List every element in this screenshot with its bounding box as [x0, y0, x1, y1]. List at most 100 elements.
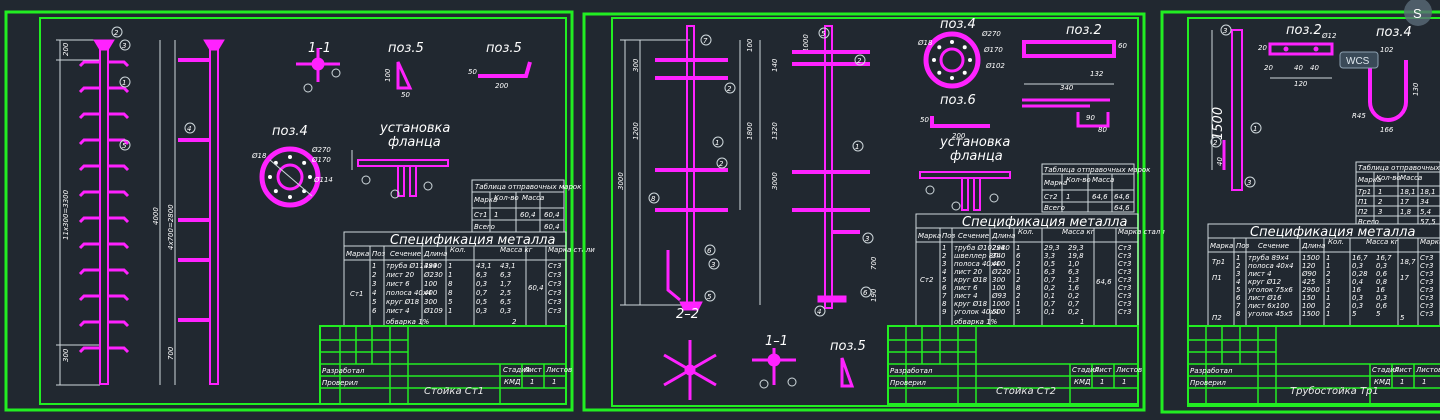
spec-cell: Ст3 — [1118, 244, 1131, 252]
spec3-group-mark: П2 — [1212, 314, 1222, 322]
spec-cell: 0,1 — [1044, 292, 1055, 300]
dim2-d270: Ø270 — [981, 30, 1001, 38]
sheet3-poz2-label: поз.2 — [1286, 23, 1322, 38]
mini2-r1-c4: 64,6 — [1114, 204, 1130, 212]
spec-cell: 7 — [1236, 302, 1241, 310]
stamp2-sheets: 1 — [1122, 378, 1126, 386]
spec-cell: 0,3 — [1352, 262, 1363, 270]
spec-cell: 340 — [992, 252, 1006, 260]
stamp2-sheet-label: Лист — [1093, 366, 1113, 374]
spec-cell: 1 — [1016, 300, 1020, 308]
sheet2-channel-section: 90 80 — [1022, 98, 1110, 134]
spec-cell: Ст3 — [1118, 252, 1131, 260]
section2-1-1-label: 1–1 — [765, 334, 788, 349]
wcs-indicator[interactable]: WCS — [1339, 51, 1379, 69]
spec-cell: Ст3 — [1420, 286, 1433, 294]
spec-cell: 0,28 — [1352, 270, 1368, 278]
bolt-hole — [308, 175, 312, 179]
mini3-cell: 18,1 — [1400, 188, 1416, 196]
callout2-3b: 3 — [865, 235, 869, 243]
spec-cell: 5 — [1236, 286, 1241, 294]
callout-2: 2 — [114, 29, 119, 37]
callout2-5: 5 — [707, 293, 712, 301]
spec-cell: 16 — [1352, 286, 1361, 294]
spec-cell: 3,3 — [1044, 252, 1055, 260]
nav-letter: S — [1413, 6, 1422, 21]
stamp3-code: КМД — [1374, 378, 1391, 386]
mini-table-r0-c3: 60,4 — [520, 211, 536, 219]
spec-cell: 300 — [992, 276, 1006, 284]
mini-table-title: Таблица отправочных марок — [475, 183, 582, 191]
spec-cell: 1 — [1326, 286, 1330, 294]
sheet3-poz4-label: поз.4 — [1376, 25, 1412, 40]
spec-cell: лист Ø16 — [1247, 294, 1282, 302]
callout2-6: 6 — [707, 247, 712, 255]
spec-cell: лист 4 — [1247, 270, 1272, 278]
spec-cell: лист 6 — [385, 280, 410, 288]
spec-cell: 6 — [1236, 294, 1241, 302]
poz5-b-label: поз.5 — [486, 41, 522, 56]
mini3-cell: 2 — [1378, 198, 1383, 206]
spec-cell: 1500 — [1302, 254, 1320, 262]
bolt-hole — [268, 175, 272, 179]
spec-cell: 0,6 — [1376, 302, 1388, 310]
sheet-3-title-block: Разработал Проверил Стадия Лист Листов К… — [1187, 325, 1440, 405]
dim2-d170: Ø170 — [983, 46, 1003, 54]
spec-cell: Ст3 — [1420, 262, 1433, 270]
spec-weld-val: 2 — [512, 318, 517, 326]
bolt-hole — [273, 189, 278, 194]
flange-install-title-2: фланца — [388, 135, 441, 150]
spec-cell: 1 — [1016, 244, 1020, 252]
spec-cell: Ст3 — [1118, 268, 1131, 276]
sheet-1-title-block: Разработал Проверил Стадия Лист Листов К… — [319, 325, 572, 405]
navigation-wheel-button[interactable]: S — [1404, 0, 1432, 26]
dim3-1500: 1500 — [1211, 107, 1226, 140]
dim2-90: 90 — [1086, 114, 1095, 122]
rung — [78, 60, 100, 68]
spec-cell: 150 — [1302, 294, 1316, 302]
callout2-3: 3 — [711, 261, 715, 269]
spec-cell: лист 6 — [953, 284, 978, 292]
mini3-cell: 3 — [1378, 208, 1382, 216]
spec-cell: Ст3 — [548, 271, 561, 279]
spec2-h-pos: Поз — [942, 232, 956, 240]
dim-50-b: 50 — [468, 68, 477, 76]
mini3-cell: П1 — [1358, 198, 1368, 206]
section-1-1-label: 1–1 — [308, 41, 331, 56]
spec-cell: Ø93 — [991, 292, 1006, 300]
spec-cell: 1,3 — [1068, 276, 1079, 284]
poz5-detail-b: поз.5 200 50 — [468, 41, 532, 90]
callout2-2: 2 — [727, 85, 732, 93]
spec-cell: 8 — [942, 300, 947, 308]
spec3-h-length: Длина — [1301, 242, 1325, 250]
spec-cell: 1 — [1236, 254, 1240, 262]
callout3-2: 2 — [1213, 139, 1218, 147]
bolt-hole — [937, 70, 942, 75]
stamp3-sheet: 1 — [1400, 378, 1404, 386]
spec-cell: 1,0 — [1068, 260, 1080, 268]
spec-cell: 1,6 — [1068, 284, 1080, 292]
rung — [108, 216, 130, 224]
bolt-hole — [968, 58, 972, 62]
flange-install-title-1: установка — [379, 121, 450, 136]
callout-5: 5 — [122, 142, 127, 150]
spec-cell: 425 — [1302, 278, 1316, 286]
mini2-h-mass: Масса — [1092, 176, 1114, 184]
spec-cell: 0,3 — [1376, 262, 1387, 270]
dim-4000: 4000 — [152, 207, 160, 225]
spec-cell: 100 — [1302, 302, 1316, 310]
spec-cell: 2980 — [992, 244, 1010, 252]
cad-drawing-canvas[interactable]: 200 11х300=3300 300 4000 4х700=2800 700 … — [0, 0, 1440, 420]
sheet-3: 1500 40 3 1 2 3 поз.2 20 Ø12 20 40 40 12… — [1160, 10, 1440, 414]
column-st2-side — [792, 25, 870, 309]
spec-cell: 2900 — [1302, 286, 1320, 294]
spec-cell: Ст3 — [548, 289, 561, 297]
mini2-r0-c1: 1 — [1066, 193, 1070, 201]
spec-cell: 1 — [448, 262, 452, 270]
callout2-1b: 1 — [855, 143, 859, 151]
spec-cell: 8 — [1236, 310, 1241, 318]
spec-cell: 300 — [424, 298, 438, 306]
sheet3-poz4-ubolt: поз.4 102 130 R45 166 — [1352, 25, 1420, 134]
spec-h-mass: Масса кг — [500, 246, 533, 254]
spec-cell: 0,3 — [1376, 294, 1387, 302]
